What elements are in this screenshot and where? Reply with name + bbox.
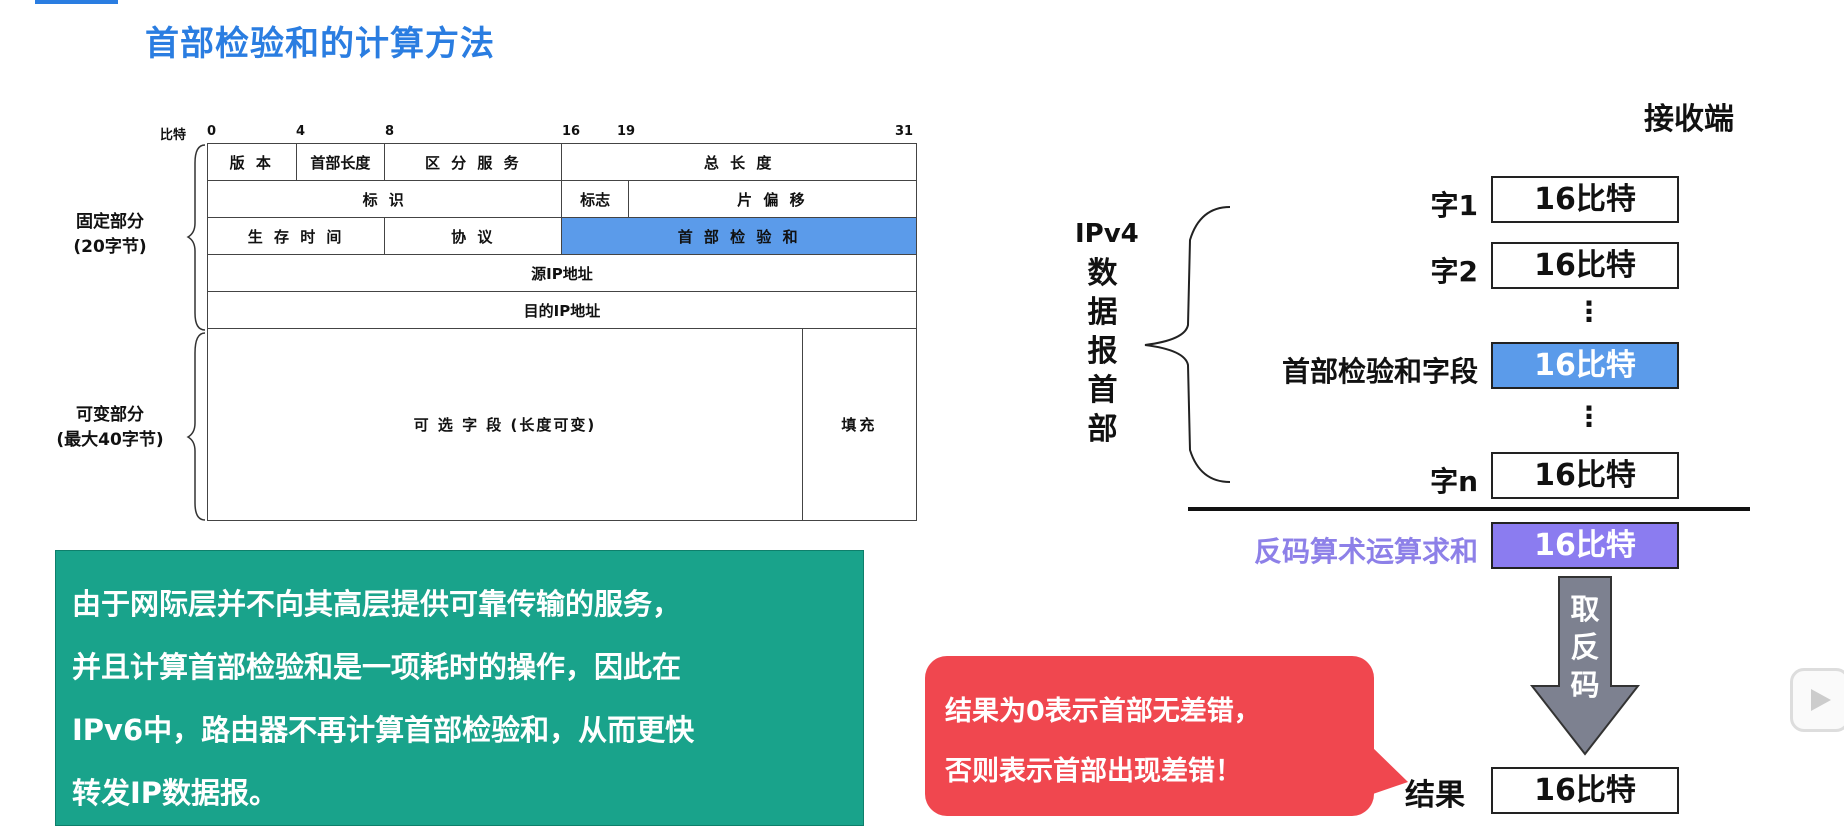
label-char: 报: [1087, 334, 1118, 369]
top-accent-bar: [35, 0, 118, 4]
callout-line: 否则表示首部出现差错！: [945, 756, 1242, 787]
field-ihl: 首部长度: [295, 143, 386, 181]
note-line: 并且计算首部检验和是一项耗时的操作，因此在: [72, 650, 682, 684]
variable-part-title: 可变部分: [76, 405, 144, 425]
note-line: 由于网际层并不向其高层提供可靠传输的服务，: [72, 587, 682, 621]
word-label: 字2: [1430, 255, 1478, 288]
video-play-button[interactable]: [1790, 668, 1844, 732]
word-label: 字1: [1430, 189, 1478, 222]
label-char: 据: [1087, 295, 1118, 330]
word-box: 16比特: [1491, 242, 1679, 289]
receiver-title: 接收端: [1644, 102, 1734, 137]
field-checksum: 首 部 检 验 和: [561, 217, 917, 255]
sum-label: 反码算术运算求和: [1253, 535, 1478, 568]
label-char: IPv4: [1075, 219, 1139, 249]
result-label: 结果: [1405, 778, 1465, 813]
ipv4-header-table: 版 本首部长度区 分 服 务总 长 度 标 识标志片 偏 移 生 存 时 间协 …: [206, 143, 917, 521]
field-fragment-offset: 片 偏 移: [627, 180, 917, 218]
checksum-word-box: 16比特: [1491, 342, 1679, 389]
field-total-length: 总 长 度: [561, 143, 917, 181]
field-flags: 标志: [561, 180, 629, 218]
note-line: 转发IP数据报。: [72, 776, 279, 810]
ipv4-header-label: IPv4 数 据 报 首 部: [1075, 215, 1139, 449]
variable-part-size: (最大40字节): [56, 430, 164, 450]
variable-part-label: 可变部分 (最大40字节): [35, 403, 185, 453]
fixed-part-label: 固定部分 (20字节): [45, 210, 175, 260]
word-box: 16比特: [1491, 176, 1679, 223]
brace-icon: [186, 144, 206, 521]
bit-tick: 19: [617, 124, 636, 139]
bit-tick: 4: [296, 124, 306, 139]
play-icon: [1811, 689, 1831, 711]
sum-box: 16比特: [1491, 522, 1679, 569]
field-ttl: 生 存 时 间: [206, 217, 386, 255]
sum-divider: [1188, 507, 1750, 511]
bit-tick: 16: [562, 124, 581, 139]
label-char: 首: [1087, 373, 1118, 408]
field-options: 可 选 字 段 (长度可变): [207, 328, 803, 521]
field-protocol: 协 议: [384, 217, 563, 255]
word-label: 字n: [1430, 465, 1478, 498]
ipv6-note-box: 由于网际层并不向其高层提供可靠传输的服务， 并且计算首部检验和是一项耗时的操作，…: [55, 550, 864, 826]
checksum-field-label: 首部检验和字段: [1281, 355, 1478, 388]
result-box: 16比特: [1491, 767, 1679, 814]
callout-tail-icon: [1370, 745, 1408, 795]
page-title: 首部检验和的计算方法: [145, 24, 495, 64]
fixed-part-title: 固定部分: [76, 212, 144, 232]
invert-label: 取反码: [1570, 592, 1600, 702]
note-line: IPv6中，路由器不再计算首部检验和，从而更快: [72, 713, 695, 747]
label-char: 数: [1087, 256, 1118, 291]
bit-tick: 31: [895, 124, 914, 139]
bit-tick: 8: [385, 124, 395, 139]
field-source-ip: 源IP地址: [207, 254, 917, 292]
field-version: 版 本: [207, 143, 297, 181]
field-padding: 填充: [801, 328, 917, 521]
fixed-part-size: (20字节): [73, 237, 147, 257]
ellipsis-icon: ⋮: [1575, 295, 1603, 328]
bits-label: 比特: [160, 128, 187, 143]
bit-tick: 0: [207, 124, 217, 139]
curly-brace-icon: [1144, 206, 1231, 483]
label-char: 部: [1087, 412, 1118, 447]
callout-line: 结果为0表示首部无差错，: [945, 696, 1261, 727]
field-dest-ip: 目的IP地址: [207, 291, 917, 329]
field-ds: 区 分 服 务: [384, 143, 563, 181]
result-callout: 结果为0表示首部无差错， 否则表示首部出现差错！: [925, 656, 1374, 816]
word-box: 16比特: [1491, 452, 1679, 499]
field-identification: 标 识: [206, 180, 563, 218]
ellipsis-icon: ⋮: [1575, 400, 1603, 433]
